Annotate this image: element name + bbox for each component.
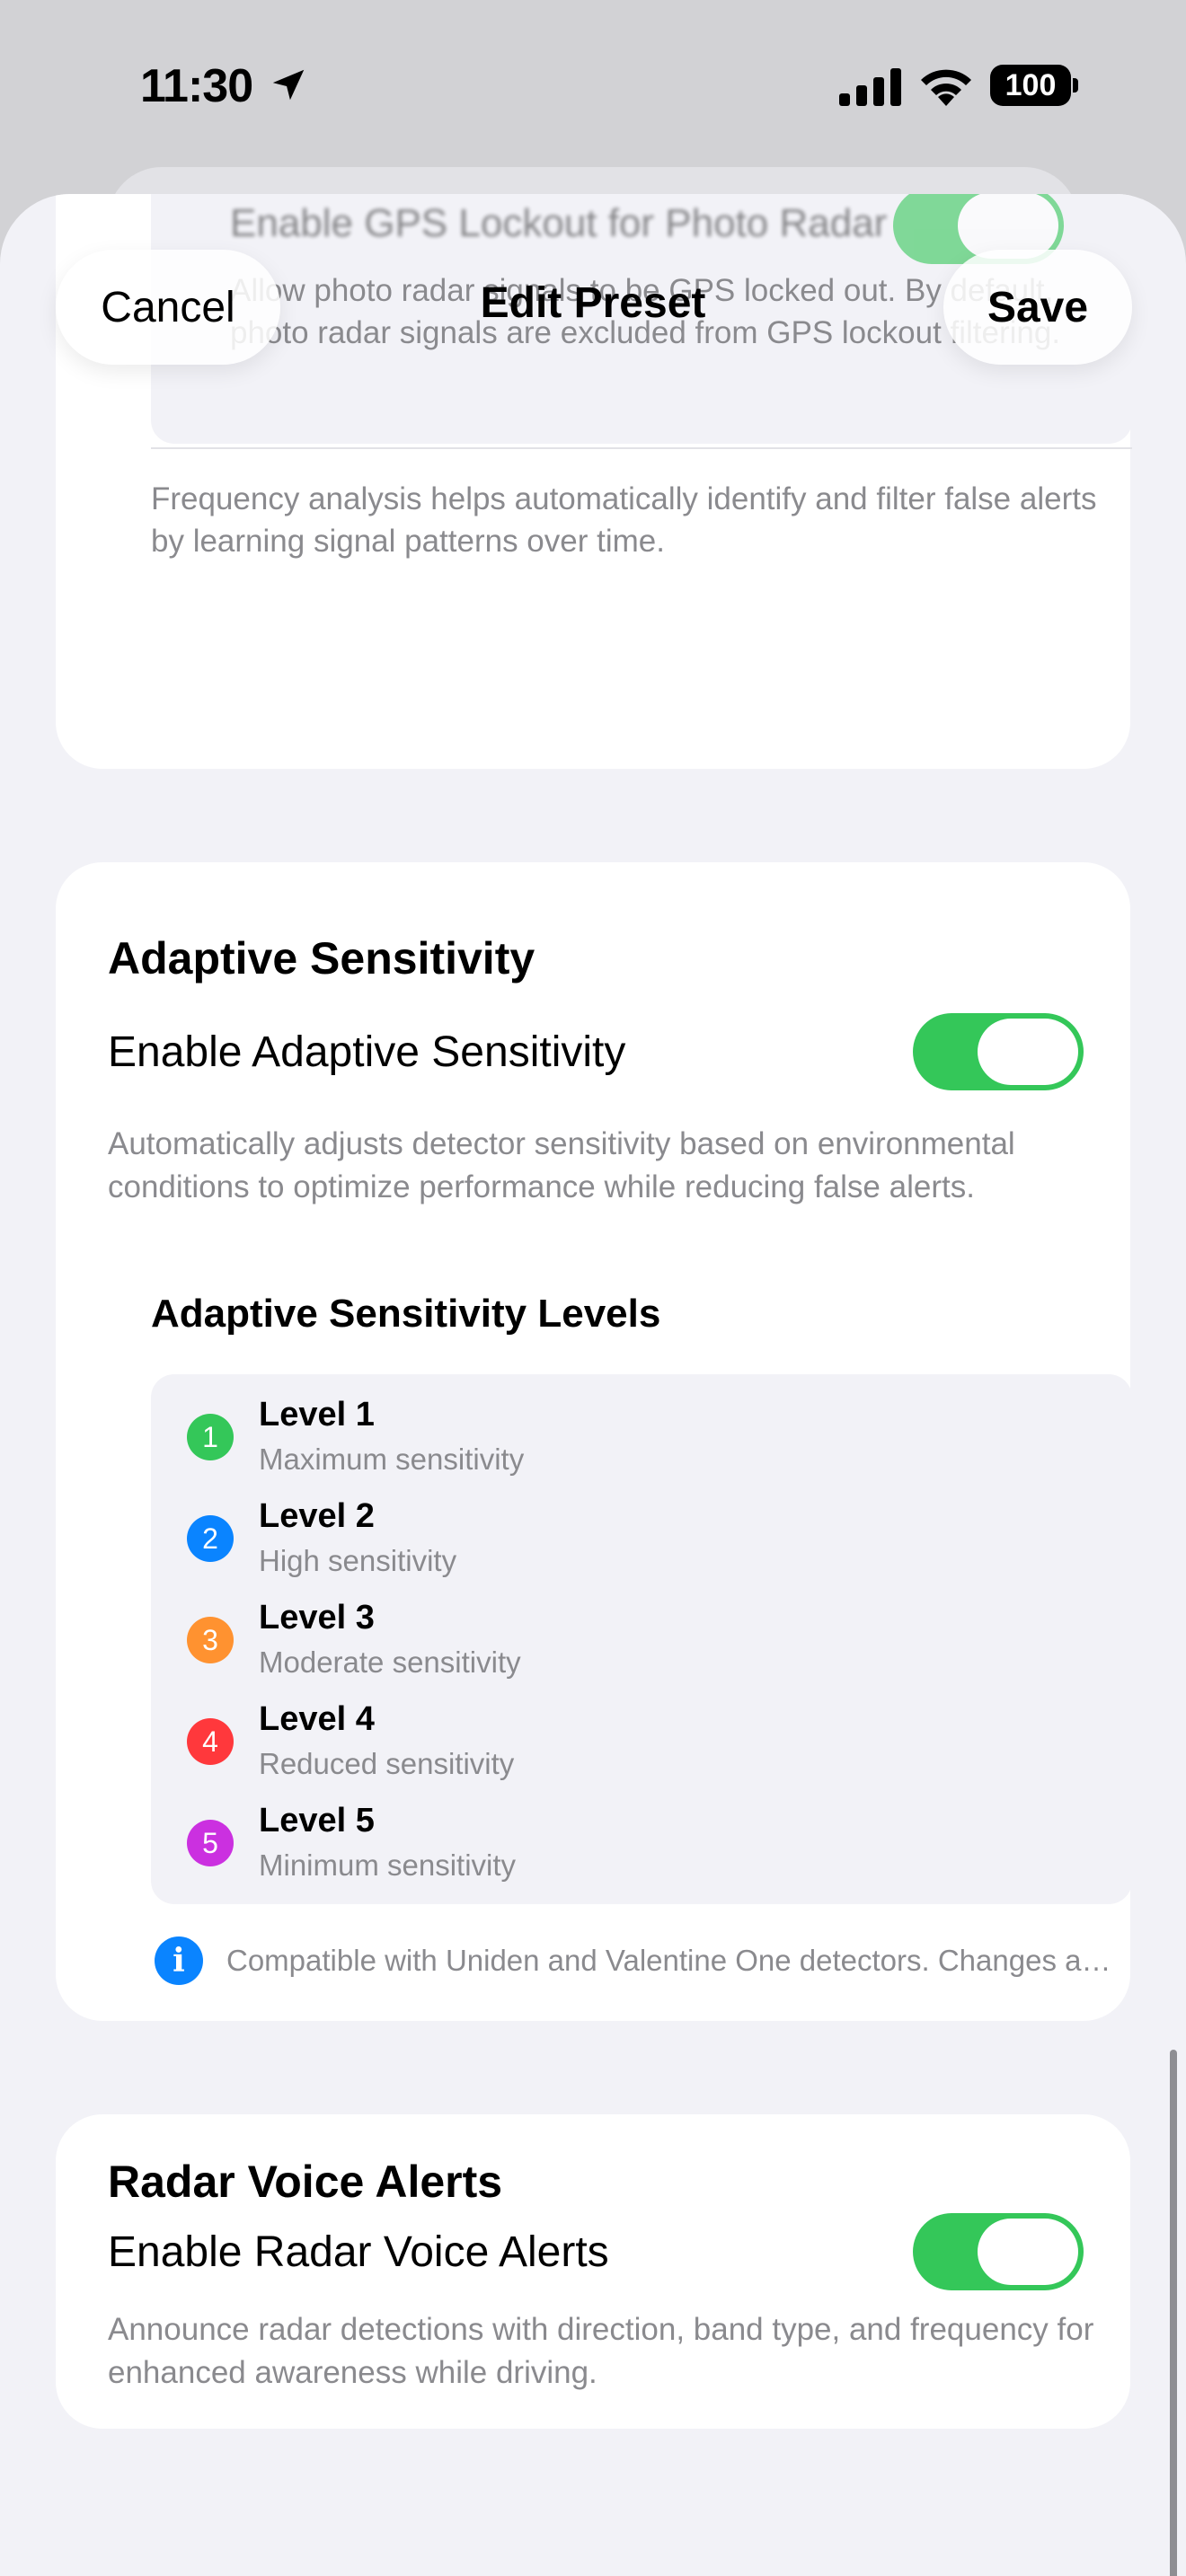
radar-voice-alerts-description: Announce radar detections with direction…: [108, 2312, 1094, 2390]
gps-lockout-label: Enable GPS Lockout for Photo Radar: [230, 201, 888, 245]
frequency-analysis-footer: Frequency analysis helps automatically i…: [151, 481, 1097, 559]
adaptive-sensitivity-description: Automatically adjusts detector sensitivi…: [108, 1126, 1015, 1204]
adaptive-levels-list: 1 Level 1 Maximum sensitivity 2 Level 2 …: [151, 1374, 1132, 1904]
scrollbar[interactable]: [1170, 2050, 1177, 2576]
save-button[interactable]: Save: [943, 250, 1132, 365]
adaptive-sensitivity-toggle-label: Enable Adaptive Sensitivity: [108, 1028, 626, 1076]
level-description: Reduced sensitivity: [259, 1747, 515, 1780]
adaptive-levels-title: Adaptive Sensitivity Levels: [151, 1292, 661, 1336]
level-name: Level 5: [259, 1802, 375, 1839]
adaptive-sensitivity-title: Adaptive Sensitivity: [108, 933, 535, 984]
list-item: 4 Level 4 Reduced sensitivity: [151, 1697, 1132, 1786]
level-name: Level 4: [259, 1700, 375, 1738]
level-description: Moderate sensitivity: [259, 1645, 521, 1679]
radar-voice-alerts-toggle-label: Enable Radar Voice Alerts: [108, 2228, 609, 2276]
level-4-badge-icon: 4: [187, 1718, 234, 1765]
divider: [151, 447, 1132, 449]
level-name: Level 3: [259, 1599, 375, 1636]
level-name: Level 1: [259, 1396, 375, 1434]
radar-voice-alerts-title: Radar Voice Alerts: [108, 2157, 503, 2207]
list-item: 5 Level 5 Minimum sensitivity: [151, 1798, 1132, 1888]
list-item: 2 Level 2 High sensitivity: [151, 1494, 1132, 1584]
level-description: Maximum sensitivity: [259, 1442, 525, 1476]
level-5-badge-icon: 5: [187, 1820, 234, 1866]
cellular-signal-icon: [839, 68, 901, 106]
edit-preset-sheet: Enable GPS Lockout for Photo Radar Allow…: [0, 194, 1186, 2576]
list-item: 3 Level 3 Moderate sensitivity: [151, 1595, 1132, 1685]
level-name: Level 2: [259, 1497, 375, 1535]
location-arrow-icon: [272, 69, 305, 101]
list-item: 1 Level 1 Maximum sensitivity: [151, 1392, 1132, 1482]
adaptive-sensitivity-toggle[interactable]: [913, 1013, 1084, 1090]
adaptive-sensitivity-card: Adaptive Sensitivity Enable Adaptive Sen…: [56, 862, 1132, 2021]
info-icon: i: [155, 1936, 203, 1985]
wifi-icon: [921, 69, 971, 106]
level-1-badge-icon: 1: [187, 1414, 234, 1460]
level-description: High sensitivity: [259, 1544, 457, 1577]
radar-voice-alerts-toggle[interactable]: [913, 2213, 1084, 2290]
compatibility-note: Compatible with Uniden and Valentine One…: [226, 1944, 1125, 1977]
level-2-badge-icon: 2: [187, 1515, 234, 1562]
battery-level: 100: [990, 65, 1071, 106]
level-3-badge-icon: 3: [187, 1617, 234, 1663]
status-time: 11:30: [140, 60, 253, 112]
status-bar: 11:30 100: [0, 0, 1186, 171]
level-description: Minimum sensitivity: [259, 1848, 517, 1882]
radar-voice-alerts-card: Radar Voice Alerts Enable Radar Voice Al…: [56, 2114, 1130, 2429]
battery-icon: 100: [990, 65, 1078, 106]
